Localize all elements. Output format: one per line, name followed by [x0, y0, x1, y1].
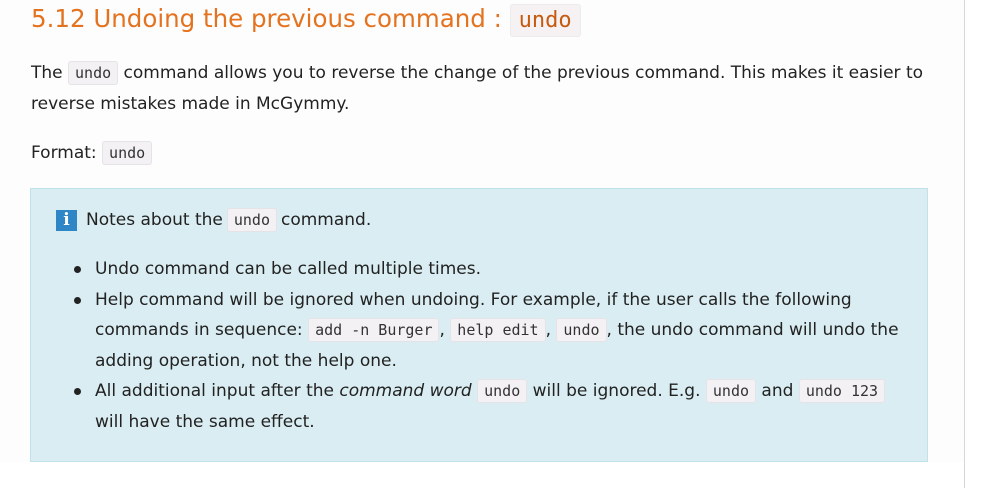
- inline-code: help edit: [450, 318, 546, 342]
- notes-title-start: Notes about the: [86, 210, 223, 230]
- list-item-text: and: [756, 381, 799, 401]
- inline-code-undo: undo: [68, 61, 119, 85]
- section-heading-code: undo: [509, 4, 581, 37]
- page-edge-divider: [964, 0, 965, 488]
- section-heading-text: 5.12 Undoing the previous command :: [31, 4, 510, 33]
- emphasis-text: command word: [339, 381, 472, 401]
- notes-title-end: command.: [280, 210, 372, 230]
- format-line: Format: undo: [31, 138, 153, 169]
- list-item: Undo command can be called multiple time…: [74, 254, 904, 285]
- list-item-text: ,: [439, 320, 451, 340]
- inline-code: undo 123: [798, 379, 886, 403]
- format-code: undo: [102, 141, 153, 165]
- list-item-text: will be ignored. E.g.: [527, 381, 706, 401]
- notes-list: Undo command can be called multiple time…: [74, 254, 904, 437]
- list-item-text: All additional input after the: [95, 381, 340, 401]
- format-label: Format:: [31, 143, 103, 163]
- inline-code: add -n Burger: [308, 318, 440, 342]
- inline-code: undo: [705, 379, 757, 403]
- list-item-text: Undo command can be called multiple time…: [95, 259, 482, 279]
- list-item: Help command will be ignored when undoin…: [74, 285, 904, 377]
- section-heading: 5.12 Undoing the previous command : undo: [31, 1, 581, 39]
- intro-text-start: The: [31, 63, 69, 83]
- list-item-text: ,: [545, 320, 557, 340]
- list-item-text: will have the same effect.: [95, 411, 315, 432]
- intro-text-end: command allows you to reverse the change…: [31, 63, 924, 114]
- notes-title-code: undo: [226, 208, 277, 232]
- notes-title: i Notes about the undo command.: [56, 205, 371, 235]
- inline-code: undo: [556, 318, 607, 342]
- inline-code: undo: [477, 379, 528, 403]
- intro-paragraph: The undo command allows you to reverse t…: [31, 58, 931, 120]
- list-item: All additional input after the command w…: [74, 376, 904, 437]
- info-icon: i: [56, 209, 77, 231]
